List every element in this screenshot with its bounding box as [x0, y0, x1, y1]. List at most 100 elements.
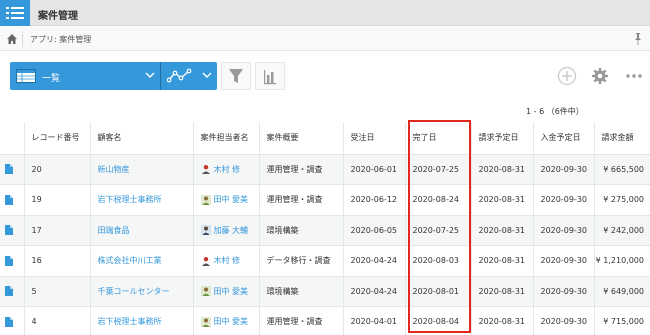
app-header: 案件管理	[0, 0, 650, 26]
record-number: 19	[23, 184, 90, 216]
completion-date-cell: 2020-07-25	[404, 215, 471, 246]
document-icon[interactable]	[5, 225, 13, 236]
document-icon[interactable]	[5, 164, 13, 175]
document-icon[interactable]	[5, 255, 13, 266]
filter-button[interactable]	[221, 62, 251, 90]
owner-link[interactable]: 木村 修	[214, 256, 241, 265]
column-header-amount[interactable]: 請求金額	[593, 122, 650, 155]
amount-cell: ¥ 649,000	[593, 276, 650, 307]
amount-cell: ¥ 665,500	[593, 154, 650, 185]
user-avatar-icon	[200, 316, 211, 327]
order-date-cell: 2020-04-24	[342, 276, 405, 307]
customer-link[interactable]: 田端食品	[98, 226, 130, 235]
line-graph-icon	[166, 68, 193, 87]
chevron-down-icon	[145, 71, 155, 82]
amount-cell: ¥ 275,000	[593, 184, 650, 216]
payment-date-cell: 2020-09-30	[532, 184, 594, 216]
view-selector[interactable]: 一覧	[10, 62, 161, 90]
customer-link[interactable]: 千葉コールセンター	[98, 287, 170, 296]
customer-link[interactable]: 株式会社中川工業	[98, 256, 162, 265]
customer-link[interactable]: 岩下税理士事務所	[98, 195, 162, 204]
payment-date-cell: 2020-09-30	[532, 215, 594, 246]
table-row: 5 千葉コールセンター 田中 愛美 環境構築 2020-04-24 2020-0…	[0, 276, 650, 307]
user-avatar-icon	[200, 286, 211, 297]
breadcrumb-app-link[interactable]: アプリ: 案件管理	[30, 34, 91, 45]
summary-cell: データ移行・調査	[258, 245, 343, 277]
customer-link[interactable]: 岩下税理士事務所	[98, 317, 162, 326]
table-row: 4 岩下税理士事務所 田中 愛美 運用管理・調査 2020-04-01 2020…	[0, 306, 650, 335]
amount-cell: ¥ 1,210,000	[593, 245, 650, 277]
column-header-completion-date[interactable]: 完了日	[404, 122, 471, 155]
record-number: 5	[23, 276, 90, 307]
document-icon[interactable]	[5, 194, 13, 205]
completion-date-cell: 2020-08-01	[404, 276, 471, 307]
summary-cell: 運用管理・調査	[258, 154, 343, 185]
customer-link[interactable]: 新山物産	[98, 165, 130, 174]
column-header-owner[interactable]: 案件担当者名	[192, 122, 259, 155]
order-date-cell: 2020-06-01	[342, 154, 405, 185]
table-row: 20 新山物産 木村 修 運用管理・調査 2020-06-01 2020-07-…	[0, 154, 650, 185]
graph-selector[interactable]	[161, 62, 217, 90]
list-view-icon	[16, 69, 36, 83]
records-table: レコード番号 顧客名 案件担当者名 案件概要 受注日 完了日 請求予定日 入金予…	[0, 122, 650, 335]
column-header-summary[interactable]: 案件概要	[258, 122, 343, 155]
owner-link[interactable]: 田中 愛美	[214, 287, 249, 296]
owner-link[interactable]: 田中 愛美	[214, 317, 249, 326]
table-row: 17 田端食品 加藤 大輔 環境構築 2020-06-05 2020-07-25…	[0, 215, 650, 246]
home-icon[interactable]	[6, 33, 18, 45]
pagination-info: 1 - 6 （6件中）	[526, 107, 584, 116]
column-header-customer[interactable]: 顧客名	[89, 122, 193, 155]
column-header-record-number[interactable]: レコード番号	[23, 122, 90, 155]
record-number: 16	[23, 245, 90, 277]
pin-icon[interactable]	[632, 32, 644, 46]
payment-date-cell: 2020-09-30	[532, 154, 594, 185]
order-date-cell: 2020-04-01	[342, 306, 405, 335]
user-avatar-icon	[201, 256, 211, 266]
payment-date-cell: 2020-09-30	[532, 306, 594, 335]
record-number: 4	[23, 306, 90, 335]
payment-date-cell: 2020-09-30	[532, 245, 594, 277]
order-date-cell: 2020-04-24	[342, 245, 405, 277]
owner-link[interactable]: 木村 修	[214, 165, 241, 174]
order-date-cell: 2020-06-12	[342, 184, 405, 216]
table-row: 19 岩下税理士事務所 田中 愛美 運用管理・調査 2020-06-12 202…	[0, 184, 650, 216]
billing-date-cell: 2020-08-31	[470, 306, 533, 335]
user-avatar-icon	[200, 225, 211, 236]
bar-chart-icon	[256, 70, 284, 92]
hamburger-list-icon[interactable]	[0, 0, 30, 26]
amount-cell: ¥ 715,000	[593, 306, 650, 335]
column-header-billing-date[interactable]: 請求予定日	[470, 122, 533, 155]
completion-date-cell: 2020-08-03	[404, 245, 471, 277]
user-avatar-icon	[201, 164, 211, 175]
filter-funnel-icon	[222, 69, 250, 92]
gear-icon[interactable]	[590, 66, 610, 86]
completion-date-cell: 2020-07-25	[404, 154, 471, 185]
owner-link[interactable]: 田中 愛美	[214, 195, 249, 204]
column-header-icon	[0, 122, 24, 155]
record-number: 20	[23, 154, 90, 185]
user-avatar-icon	[200, 194, 211, 205]
plus-icon[interactable]	[557, 66, 577, 86]
summary-cell: 運用管理・調査	[258, 306, 343, 335]
column-header-order-date[interactable]: 受注日	[342, 122, 405, 155]
completion-date-cell: 2020-08-24	[404, 184, 471, 216]
billing-date-cell: 2020-08-31	[470, 215, 533, 246]
summary-cell: 環境構築	[258, 215, 343, 246]
chevron-down-icon	[202, 71, 212, 82]
amount-cell: ¥ 242,000	[593, 215, 650, 246]
breadcrumb-divider	[22, 31, 23, 47]
order-date-cell: 2020-06-05	[342, 215, 405, 246]
billing-date-cell: 2020-08-31	[470, 245, 533, 277]
completion-date-cell: 2020-08-04	[404, 306, 471, 335]
payment-date-cell: 2020-09-30	[532, 276, 594, 307]
record-number: 17	[23, 215, 90, 246]
billing-date-cell: 2020-08-31	[470, 276, 533, 307]
view-selector-label: 一覧	[42, 74, 61, 84]
document-icon[interactable]	[5, 286, 13, 297]
document-icon[interactable]	[5, 316, 13, 327]
graph-button[interactable]	[255, 62, 285, 90]
column-header-payment-date[interactable]: 入金予定日	[532, 122, 594, 155]
more-options-icon[interactable]	[624, 66, 644, 86]
owner-link[interactable]: 加藤 大輔	[214, 226, 249, 235]
summary-cell: 環境構築	[258, 276, 343, 307]
